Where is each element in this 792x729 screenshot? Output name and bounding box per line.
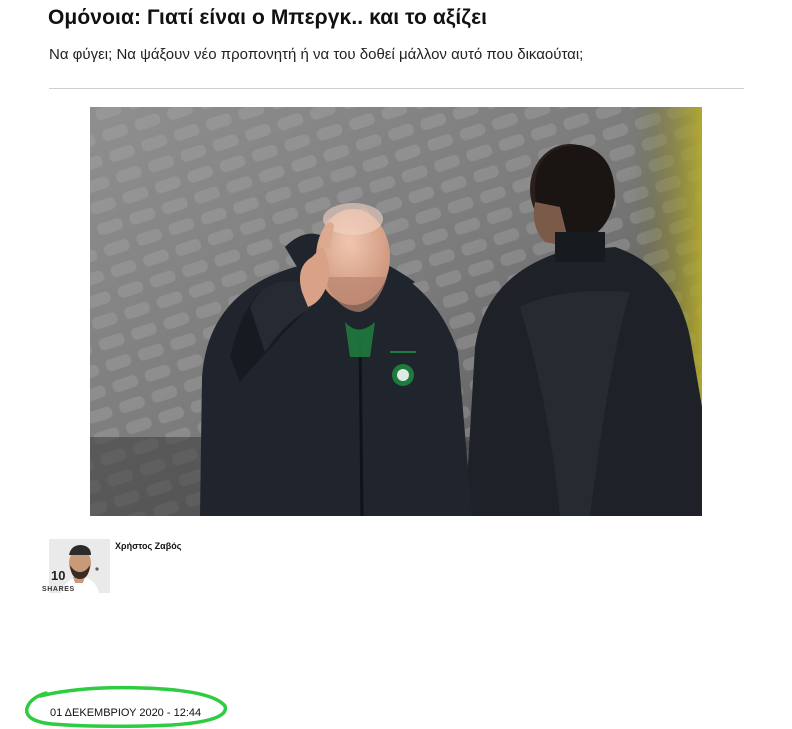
title-divider [49,88,744,89]
share-count: 10 [51,568,66,583]
article-subtitle: Να φύγει; Να ψάξουν νέο προπονητή ή να τ… [49,46,584,63]
author-name[interactable]: Χρήστος Ζαβός [115,541,181,551]
article-title: Ομόνοια: Γιατί είναι ο Μπεργκ.. και το α… [48,6,488,29]
publish-date: 01 ΔΕΚΕΜΒΡΙΟΥ 2020 - 12:44 [50,707,202,719]
author-avatar[interactable] [49,539,110,593]
share-label: SHARES [42,586,75,593]
hero-photo [90,107,702,516]
